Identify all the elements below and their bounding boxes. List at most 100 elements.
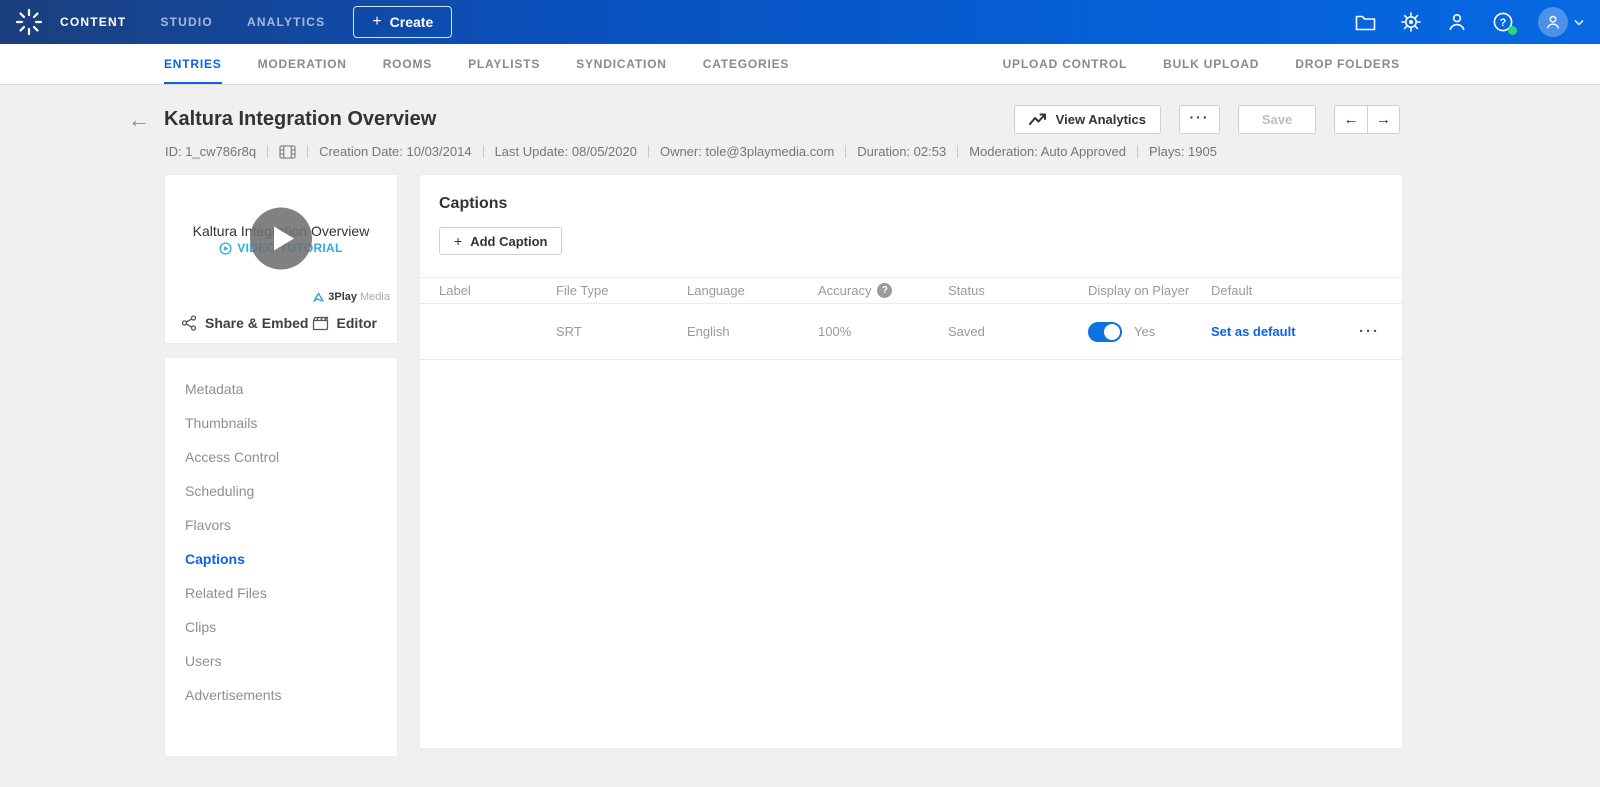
set-as-default-link[interactable]: Set as default [1211,324,1296,339]
display-on-player-toggle[interactable] [1088,322,1122,342]
player-card: Kaltura Integration Overview VIDEO TUTOR… [165,175,397,343]
accuracy-help-icon[interactable]: ? [877,283,892,298]
tab-syndication[interactable]: SYNDICATION [576,44,667,84]
header-actions: View Analytics ··· Save ← → [1014,105,1400,134]
play-icon [274,227,294,251]
meta-moderation: Moderation: Auto Approved [969,144,1126,159]
save-button[interactable]: Save [1238,105,1316,134]
brand-logo: 3PlayMedia [312,291,390,303]
media-type-icon [279,145,296,159]
share-icon [181,315,197,331]
video-thumbnail[interactable]: Kaltura Integration Overview VIDEO TUTOR… [165,175,397,307]
sidebar-item-clips[interactable]: Clips [165,610,397,644]
brand-bold: 3Play [328,291,357,303]
tab-moderation[interactable]: MODERATION [258,44,347,84]
caption-accuracy-cell: 100% [818,324,948,339]
sidebar-item-scheduling[interactable]: Scheduling [165,474,397,508]
sidebar-item-advertisements[interactable]: Advertisements [165,678,397,712]
meta-last-update: Last Update: 08/05/2020 [495,144,637,159]
add-caption-button[interactable]: + Add Caption [439,227,562,255]
play-circle-icon [219,242,232,255]
help-icon[interactable]: ? [1492,11,1514,33]
sidebar-item-users[interactable]: Users [165,644,397,678]
previous-entry-button[interactable]: ← [1334,105,1367,134]
entry-meta-bar: ID: 1_cw786r8q Creation Date: 10/03/2014… [0,134,1600,159]
caption-language-cell: English [687,324,818,339]
meta-creation-date: Creation Date: 10/03/2014 [319,144,472,159]
tab-entries[interactable]: ENTRIES [164,44,222,84]
create-button[interactable]: + Create [353,6,452,38]
editor-button[interactable]: Editor [312,315,377,331]
meta-duration: Duration: 02:53 [857,144,946,159]
tab-playlists[interactable]: PLAYLISTS [468,44,540,84]
page-title: Kaltura Integration Overview [164,108,436,131]
caption-actions-cell: ··· [1341,329,1402,335]
account-menu[interactable] [1538,7,1584,37]
divider [648,145,649,158]
thumbnail-actions: Share & Embed Editor [165,307,397,343]
sidebar-item-flavors[interactable]: Flavors [165,508,397,542]
notification-badge [1508,26,1517,35]
entry-more-button[interactable]: ··· [1179,105,1220,134]
nav-analytics[interactable]: ANALYTICS [247,15,325,29]
display-on-player-value: Yes [1134,324,1155,339]
topbar: CONTENT STUDIO ANALYTICS + Create [0,0,1600,44]
captions-header: Captions + Add Caption [420,175,1402,255]
sidebar-item-captions[interactable]: Captions [165,542,397,576]
entry-pager: ← → [1334,105,1400,134]
sidebar-item-thumbnails[interactable]: Thumbnails [165,406,397,440]
folder-icon[interactable] [1354,11,1376,33]
kaltura-logo[interactable] [10,3,48,41]
clapperboard-icon [312,316,329,331]
sidebar-item-access-control[interactable]: Access Control [165,440,397,474]
col-language: Language [687,283,818,298]
left-column: Kaltura Integration Overview VIDEO TUTOR… [165,175,397,756]
tab-rooms[interactable]: ROOMS [383,44,432,84]
entry-header: ← Kaltura Integration Overview View Anal… [0,85,1600,134]
tab-drop-folders[interactable]: DROP FOLDERS [1295,44,1400,84]
chart-line-icon [1029,113,1047,126]
caption-display-cell: Yes [1088,322,1211,342]
view-analytics-button[interactable]: View Analytics [1014,105,1161,134]
sidebar-item-metadata[interactable]: Metadata [165,372,397,406]
divider [267,145,268,158]
meta-owner: Owner: tole@3playmedia.com [660,144,834,159]
col-file-type: File Type [556,283,687,298]
share-embed-label: Share & Embed [205,315,308,331]
nav-studio[interactable]: STUDIO [160,15,213,29]
back-button[interactable]: ← [128,107,164,133]
tab-categories[interactable]: CATEGORIES [703,44,789,84]
caption-row-more-button[interactable]: ··· [1359,329,1380,335]
threeplay-icon [312,291,325,303]
divider [1137,145,1138,158]
captions-panel: Captions + Add Caption Label File Type L… [420,175,1402,748]
captions-table: Label File Type Language Accuracy ? Stat… [420,277,1402,360]
captions-title: Captions [439,195,1402,213]
tab-upload-control[interactable]: UPLOAD CONTROL [1003,44,1128,84]
plus-icon: + [454,233,462,249]
add-caption-label: Add Caption [470,234,547,249]
chevron-down-icon [1574,19,1584,26]
entry-id: ID: 1_cw786r8q [165,144,256,159]
gear-icon[interactable] [1400,11,1422,33]
sidebar-item-related-files[interactable]: Related Files [165,576,397,610]
col-status: Status [948,283,1088,298]
play-button[interactable] [250,208,312,270]
svg-text:?: ? [1500,17,1507,29]
user-icon[interactable] [1446,11,1468,33]
topbar-right: ? [1354,7,1584,37]
col-accuracy: Accuracy ? [818,283,948,298]
brand-light: Media [360,291,390,303]
share-embed-button[interactable]: Share & Embed [181,315,308,331]
kaltura-sunburst-icon [15,8,43,36]
entry-sections-menu: Metadata Thumbnails Access Control Sched… [165,358,397,756]
nav-content[interactable]: CONTENT [60,15,126,29]
plus-icon: + [372,14,381,30]
create-button-label: Create [390,14,434,30]
col-accuracy-label: Accuracy [818,283,871,298]
divider [957,145,958,158]
subnav-right: UPLOAD CONTROL BULK UPLOAD DROP FOLDERS [1003,44,1400,84]
entry-body: Kaltura Integration Overview VIDEO TUTOR… [0,159,1600,756]
tab-bulk-upload[interactable]: BULK UPLOAD [1163,44,1259,84]
next-entry-button[interactable]: → [1367,105,1400,134]
